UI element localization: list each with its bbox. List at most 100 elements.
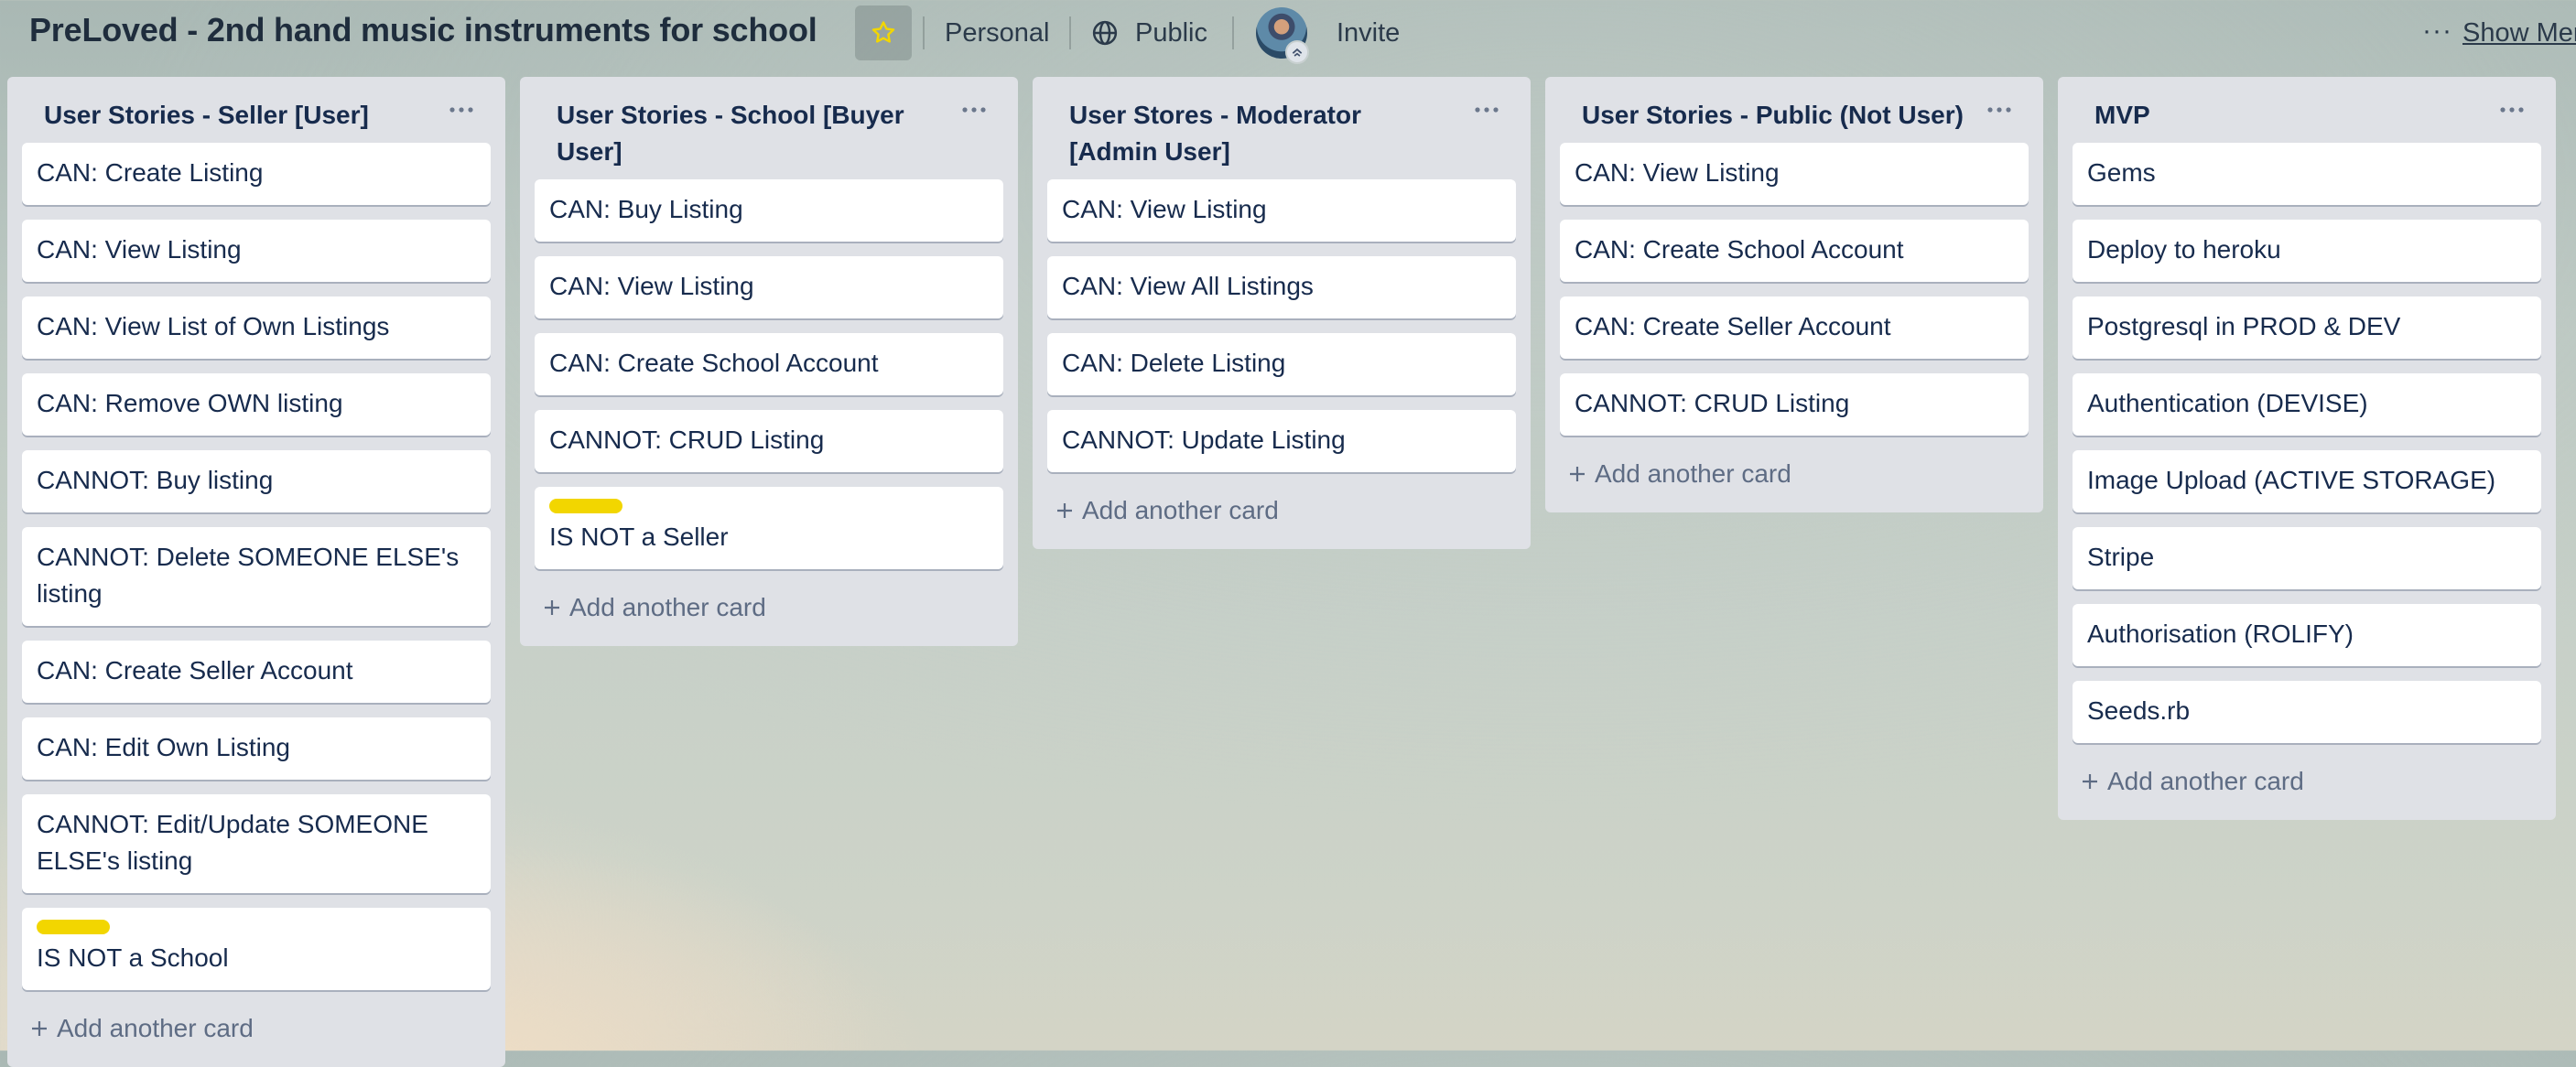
list-menu-button[interactable]: [2492, 92, 2532, 128]
card-title: CAN: Create Seller Account: [1575, 312, 1891, 340]
card[interactable]: CAN: View List of Own Listings: [22, 296, 491, 359]
list-title[interactable]: User Stores - Moderator [Admin User]: [1069, 97, 1452, 170]
show-menu-button[interactable]: Show Menu: [2462, 18, 2576, 48]
card[interactable]: CAN: Remove OWN listing: [22, 373, 491, 436]
plus-icon: [545, 600, 559, 615]
card[interactable]: Image Upload (ACTIVE STORAGE): [2073, 450, 2541, 512]
list: MVP Gems Deploy to heroku Postgresql in PRO…: [2058, 77, 2556, 820]
header-divider: [923, 16, 925, 49]
card[interactable]: CANNOT: Update Listing: [1047, 410, 1516, 472]
card-title: Deploy to heroku: [2087, 235, 2281, 264]
list-title[interactable]: User Stories - School [Buyer User]: [557, 97, 939, 170]
card-title: Authorisation (ROLIFY): [2087, 620, 2354, 648]
card[interactable]: CAN: Delete Listing: [1047, 333, 1516, 395]
ellipsis-icon: [449, 107, 473, 113]
list-menu-button[interactable]: [1467, 92, 1507, 128]
card-title: Gems: [2087, 158, 2156, 187]
list: User Stories - Public (Not User) CAN: Vie…: [1545, 77, 2043, 512]
card-title: CAN: View Listing: [37, 235, 242, 264]
card[interactable]: Authorisation (ROLIFY): [2073, 604, 2541, 666]
visibility-button[interactable]: Public: [1135, 18, 1207, 48]
list-menu-button[interactable]: [441, 92, 482, 128]
team-button[interactable]: Personal: [945, 18, 1049, 48]
add-card-button[interactable]: Add another card: [1047, 487, 1516, 534]
ellipsis-icon: [962, 107, 986, 113]
add-card-button[interactable]: Add another card: [22, 1005, 491, 1052]
card-title: CAN: View List of Own Listings: [37, 312, 390, 340]
list-header: User Stories - Seller [User]: [22, 77, 491, 137]
card[interactable]: CANNOT: Buy listing: [22, 450, 491, 512]
card[interactable]: Stripe: [2073, 527, 2541, 589]
card[interactable]: CANNOT: Edit/Update SOMEONE ELSE's listi…: [22, 794, 491, 893]
card[interactable]: IS NOT a School: [22, 908, 491, 990]
card-list: CAN: View Listing CAN: Create School Acco…: [1560, 137, 2029, 436]
card-title: CAN: Create School Account: [549, 349, 879, 377]
card[interactable]: CAN: Create Seller Account: [1560, 296, 2029, 359]
card[interactable]: CANNOT: CRUD Listing: [535, 410, 1003, 472]
add-card-button[interactable]: Add another card: [535, 584, 1003, 631]
card[interactable]: CANNOT: Delete SOMEONE ELSE's listing: [22, 527, 491, 626]
add-card-button[interactable]: Add another card: [1560, 450, 2029, 498]
card-list: Gems Deploy to heroku Postgresql in PROD &…: [2073, 137, 2541, 743]
list-title[interactable]: User Stories - Public (Not User): [1582, 97, 1964, 134]
star-icon: [871, 21, 895, 43]
card-title: CAN: Create Seller Account: [37, 656, 353, 684]
card-list: CAN: Buy Listing CAN: View Listing CAN: Cr…: [535, 174, 1003, 569]
card[interactable]: Authentication (DEVISE): [2073, 373, 2541, 436]
list-menu-button[interactable]: [1979, 92, 2019, 128]
card[interactable]: CAN: View All Listings: [1047, 256, 1516, 318]
card-title: IS NOT a School: [37, 943, 229, 972]
card-title: IS NOT a Seller: [549, 523, 729, 551]
list-title[interactable]: MVP: [2094, 97, 2477, 134]
card[interactable]: IS NOT a Seller: [535, 487, 1003, 569]
card-title: CAN: View All Listings: [1062, 272, 1314, 300]
card-label[interactable]: [37, 920, 110, 934]
card[interactable]: CAN: Create School Account: [535, 333, 1003, 395]
card[interactable]: CAN: Edit Own Listing: [22, 717, 491, 780]
list: User Stores - Moderator [Admin User] CAN:…: [1033, 77, 1531, 549]
card[interactable]: CAN: Create School Account: [1560, 220, 2029, 282]
card[interactable]: Gems: [2073, 143, 2541, 205]
ellipsis-icon[interactable]: ···: [2422, 16, 2452, 47]
plus-icon: [2083, 774, 2097, 789]
star-button[interactable]: [855, 5, 912, 60]
add-card-label: Add another card: [569, 593, 766, 621]
card-title: CANNOT: Update Listing: [1062, 426, 1346, 454]
card[interactable]: CANNOT: CRUD Listing: [1560, 373, 2029, 436]
ellipsis-icon: [1475, 107, 1499, 113]
card-title: CANNOT: Edit/Update SOMEONE ELSE's listi…: [37, 810, 428, 875]
card-title: CANNOT: CRUD Listing: [1575, 389, 1850, 417]
card-title: CANNOT: Delete SOMEONE ELSE's listing: [37, 543, 460, 608]
card[interactable]: CAN: Create Seller Account: [22, 641, 491, 703]
list-header: User Stories - Public (Not User): [1560, 77, 2029, 137]
card[interactable]: Deploy to heroku: [2073, 220, 2541, 282]
card-title: Seeds.rb: [2087, 696, 2191, 725]
list-menu-button[interactable]: [954, 92, 994, 128]
card[interactable]: Seeds.rb: [2073, 681, 2541, 743]
card[interactable]: Postgresql in PROD & DEV: [2073, 296, 2541, 359]
card-title: Stripe: [2087, 543, 2155, 571]
add-card-button[interactable]: Add another card: [2073, 758, 2541, 805]
add-card-label: Add another card: [57, 1014, 254, 1042]
card-label[interactable]: [549, 499, 622, 513]
card-title: CAN: View Listing: [1062, 195, 1267, 223]
card[interactable]: CAN: View Listing: [535, 256, 1003, 318]
ellipsis-icon: [1987, 107, 2011, 113]
board-title[interactable]: PreLoved - 2nd hand music instruments fo…: [29, 11, 817, 49]
list-header: User Stores - Moderator [Admin User]: [1047, 77, 1516, 174]
card-title: CAN: Create School Account: [1575, 235, 1904, 264]
board-header: PreLoved - 2nd hand music instruments fo…: [0, 0, 2576, 66]
invite-button[interactable]: Invite: [1337, 18, 1400, 48]
card-title: CAN: Buy Listing: [549, 195, 743, 223]
card-title: CAN: View Listing: [549, 272, 754, 300]
card[interactable]: CAN: View Listing: [1047, 179, 1516, 242]
card-title: CAN: Edit Own Listing: [37, 733, 290, 761]
card[interactable]: CAN: Create Listing: [22, 143, 491, 205]
card[interactable]: CAN: View Listing: [1560, 143, 2029, 205]
admin-badge-icon: [1285, 40, 1309, 64]
plus-icon: [32, 1021, 47, 1036]
card-title: Image Upload (ACTIVE STORAGE): [2087, 466, 2496, 494]
card[interactable]: CAN: Buy Listing: [535, 179, 1003, 242]
list-title[interactable]: User Stories - Seller [User]: [44, 97, 427, 134]
card[interactable]: CAN: View Listing: [22, 220, 491, 282]
